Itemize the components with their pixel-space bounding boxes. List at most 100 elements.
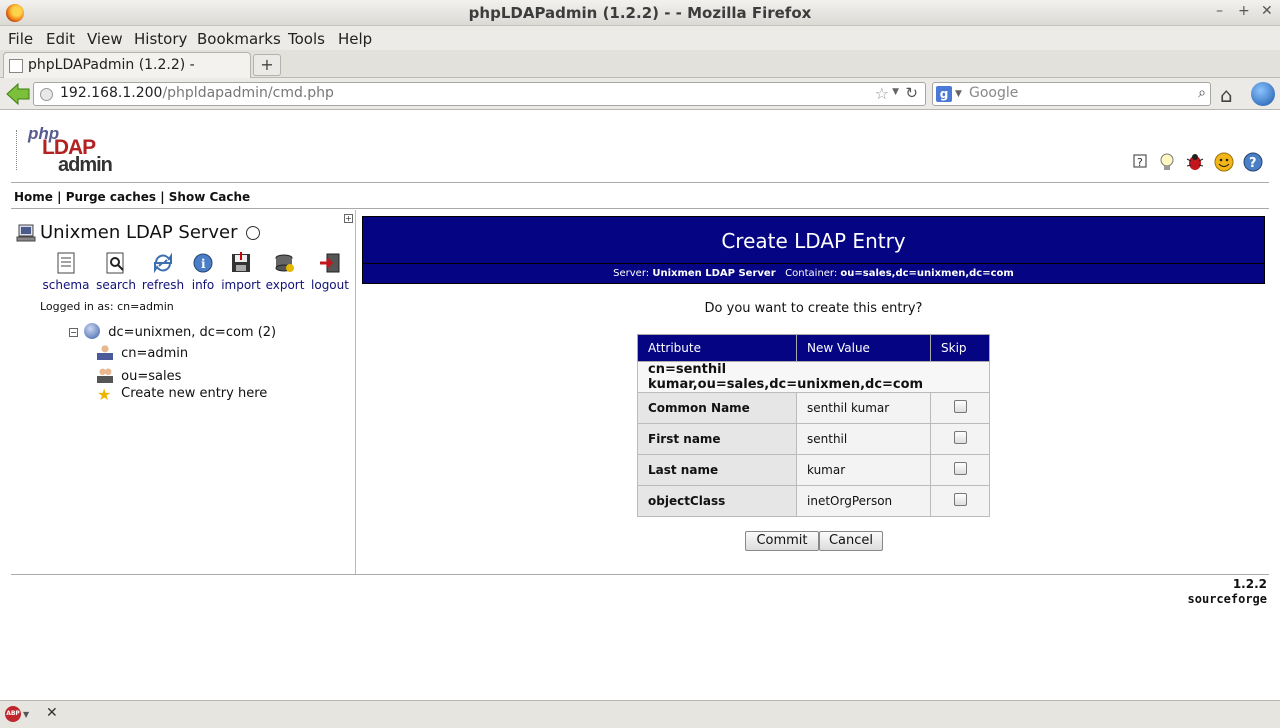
logout-icon [320,253,340,273]
url-text: 192.168.1.200/phpldapadmin/cmd.php [60,85,334,101]
divider [11,574,1269,575]
new-tab-button[interactable]: + [253,54,281,76]
skip-cell [930,485,990,517]
create-entry-header: Create LDAP Entry Server: Unixmen LDAP S… [362,216,1265,284]
refresh-icon [154,252,172,274]
dn-row: cn=senthil kumar,ou=sales,dc=unixmen,dc=… [637,361,990,393]
tree-root-node[interactable]: − dc=unixmen, dc=com (2) [69,323,276,340]
menu-separator: | [57,190,62,204]
globe-icon [84,323,101,339]
url-bar[interactable]: 192.168.1.200/phpldapadmin/cmd.php ☆ ▼ ↻ [33,82,926,106]
svg-text:?: ? [1137,156,1143,169]
globe-icon [40,88,53,101]
menu-edit[interactable]: Edit [46,30,75,48]
skip-cell [930,423,990,455]
server-icon [16,224,36,242]
info-icon: i [193,253,213,273]
home-link[interactable]: Home [14,190,53,204]
search-icon[interactable]: ⌕ [1198,85,1206,101]
smiley-icon[interactable] [1213,151,1235,173]
url-dropdown-icon[interactable]: ▼ [892,87,899,97]
skip-checkbox[interactable] [953,431,967,444]
clock-icon[interactable] [246,226,260,240]
group-icon [97,367,113,383]
cancel-button[interactable]: Cancel [819,531,883,551]
search-tool[interactable]: search [91,252,141,292]
close-addon-bar-button[interactable]: ✕ [46,705,58,721]
attribute-name: Common Name [637,392,797,424]
skip-cell [930,454,990,486]
collapse-node-icon[interactable]: − [69,328,78,337]
phpldapadmin-logo[interactable]: php LDAP admin [14,124,124,176]
bug-icon[interactable] [1184,151,1206,173]
skip-checkbox[interactable] [953,400,967,413]
search-bar[interactable]: g ▼ Google ⌕ [932,82,1211,106]
go-icon[interactable] [1251,82,1275,106]
sourceforge-link[interactable]: sourceforge [1188,592,1267,606]
bookmark-star-icon[interactable]: ☆ [875,84,889,103]
purge-caches-link[interactable]: Purge caches [66,190,156,204]
header-subtitle: Server: Unixmen LDAP Server Container: o… [613,268,1014,279]
tree-node-cn-admin[interactable]: cn=admin [97,344,188,361]
tree-node-label: cn=admin [121,346,189,361]
question-icon[interactable]: ? [1242,151,1264,173]
home-icon[interactable]: ⌂ [1220,83,1233,107]
commit-button[interactable]: Commit [745,531,819,551]
import-tool[interactable]: import [216,252,266,292]
logout-tool[interactable]: logout [305,252,355,292]
addon-bar: ABP ▼ ✕ [0,700,1280,728]
attribute-name: Last name [637,454,797,486]
table-row: Common Name senthil kumar [637,392,990,424]
google-icon[interactable]: g [936,86,952,102]
maximize-button[interactable]: + [1238,3,1250,19]
skip-checkbox[interactable] [953,493,967,506]
tab-bar: phpLDAPadmin (1.2.2) - + [0,50,1280,78]
divider [11,208,1269,209]
adblock-dropdown-icon[interactable]: ▼ [23,710,29,719]
svg-text:i: i [201,257,206,271]
minimize-button[interactable]: – [1216,3,1223,19]
table-row: Last name kumar [637,454,990,486]
adblock-icon[interactable]: ABP [5,706,21,722]
attribute-name: First name [637,423,797,455]
page-content: php LDAP admin ? ? Home | Purge caches |… [0,110,1280,700]
logged-in-as: Logged in as: cn=admin [40,300,174,313]
window-title: phpLDAPadmin (1.2.2) - - Mozilla Firefox [468,4,812,22]
export-tool[interactable]: export [260,252,310,292]
page-title: Create LDAP Entry [721,229,906,253]
attribute-value: senthil [796,423,931,455]
attribute-value: kumar [796,454,931,486]
back-arrow-icon[interactable] [5,82,31,106]
menu-view[interactable]: View [87,30,123,48]
search-placeholder: Google [969,85,1019,101]
confirmation-question: Do you want to create this entry? [704,301,923,316]
show-cache-link[interactable]: Show Cache [169,190,250,204]
version-label: 1.2.2 [1232,577,1267,591]
server-name: Unixmen LDAP Server [40,222,238,243]
lightbulb-icon[interactable] [1156,151,1178,173]
menu-file[interactable]: File [8,30,33,48]
close-window-button[interactable]: ✕ [1261,3,1273,19]
menu-history[interactable]: History [134,30,187,48]
schema-tool[interactable]: schema [41,252,91,292]
menu-tools[interactable]: Tools [288,30,325,48]
help-icon[interactable]: ? [1130,151,1152,173]
import-icon [232,252,250,272]
top-menu: Home | Purge caches | Show Cache [14,190,250,204]
skip-checkbox[interactable] [953,462,967,475]
menu-bar: File Edit View History Bookmarks Tools H… [0,26,1280,50]
table-row: First name senthil [637,423,990,455]
collapse-pane-button[interactable]: + [344,214,353,223]
menu-bookmarks[interactable]: Bookmarks [197,30,281,48]
attribute-value: inetOrgPerson [796,485,931,517]
tab-phpldapadmin[interactable]: phpLDAPadmin (1.2.2) - [3,52,251,78]
table-header-row: Attribute New Value Skip [637,334,990,362]
page-icon [9,59,23,73]
export-icon [275,254,294,272]
create-new-entry-link[interactable]: ★ Create new entry here [97,386,267,404]
menu-help[interactable]: Help [338,30,372,48]
star-icon: ★ [97,385,112,404]
reload-icon[interactable]: ↻ [905,84,918,102]
search-engine-dropdown-icon[interactable]: ▼ [955,89,962,99]
tree-node-ou-sales[interactable]: ou=sales [97,367,181,384]
